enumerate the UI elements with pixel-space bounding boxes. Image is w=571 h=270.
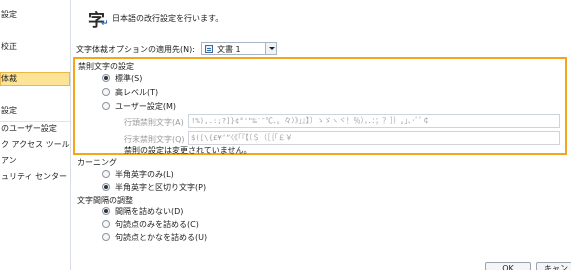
nav-item-trust-center[interactable]: ュリティ センター xyxy=(0,170,70,184)
spacing-punct-radio[interactable] xyxy=(102,220,110,228)
kinsoku-note: 禁則の設定は変更されていません。 xyxy=(124,146,252,155)
spacing-punct-label[interactable]: 句読点のみを詰める(C) xyxy=(115,219,199,230)
kerning-halfwidth-punct-label[interactable]: 半角英字と区切り文字(P) xyxy=(115,182,206,193)
header-description: 日本語の改行設定を行います。 xyxy=(112,14,224,23)
apply-to-dropdown[interactable]: 文書 1 xyxy=(201,42,277,55)
nav-item-proofing[interactable]: 校正 xyxy=(0,40,70,54)
kerning-group-title: カーニング xyxy=(77,158,117,167)
kerning-halfwidth-only-label[interactable]: 半角英字のみ(L) xyxy=(115,169,174,180)
spacing-punct-kana-radio[interactable] xyxy=(102,233,110,241)
apply-to-value: 文書 1 xyxy=(217,45,241,54)
kerning-halfwidth-only-radio[interactable] xyxy=(102,170,110,178)
nav-item-settings-1[interactable]: 設定 xyxy=(0,8,70,22)
typography-options-pane: 字 ↵ 日本語の改行設定を行います。 文字体裁オプションの適用先(N): 文書 1… xyxy=(72,0,571,270)
spacing-group-title: 文字間隔の調整 xyxy=(77,196,133,205)
kinsoku-standard-radio[interactable] xyxy=(102,74,110,82)
trailing-chars-label: 行末禁則文字(Q) xyxy=(124,135,185,144)
nav-item-quick-access-toolbar[interactable]: ク アクセス ツール バー xyxy=(0,138,70,152)
nav-item-addins[interactable]: アン xyxy=(0,154,70,168)
leading-chars-label: 行頭禁則文字(A) xyxy=(124,118,184,127)
nav-item-customize-ribbon[interactable]: のユーザー設定 xyxy=(0,122,70,136)
cancel-button[interactable]: キャン xyxy=(536,262,571,270)
typography-header-icon: 字 ↵ xyxy=(88,11,109,31)
kinsoku-custom-label[interactable]: ユーザー設定(M) xyxy=(115,101,176,112)
nav-item-settings-2[interactable]: 設定 xyxy=(0,104,70,118)
ok-button[interactable]: OK xyxy=(485,262,531,270)
spacing-none-label[interactable]: 間隔を詰めない(D) xyxy=(115,206,183,217)
kinsoku-high-label[interactable]: 高レベル(T) xyxy=(115,87,158,98)
leading-chars-input[interactable]: !%),.:;?]}¢°'"‰′″℃、。々〉》」』】〕ゝゞヽヾ！％），．：；？］… xyxy=(188,114,560,128)
chevron-down-icon[interactable] xyxy=(265,43,276,54)
kinsoku-high-radio[interactable] xyxy=(102,88,110,96)
document-icon xyxy=(205,45,213,53)
options-nav-pane: 設定 校正 体裁 設定 のユーザー設定 ク アクセス ツール バー アン ュリテ… xyxy=(0,0,71,270)
nav-item-typography[interactable]: 体裁 xyxy=(0,72,70,86)
spacing-none-radio[interactable] xyxy=(102,207,110,215)
kinsoku-settings-group: 禁則文字の設定 標準(S) 高レベル(T) ユーザー設定(M) 行頭禁則文字(A… xyxy=(73,57,567,155)
kerning-halfwidth-punct-radio[interactable] xyxy=(102,183,110,191)
kinsoku-standard-label[interactable]: 標準(S) xyxy=(115,73,142,84)
spacing-punct-kana-label[interactable]: 句読点とかなを詰める(U) xyxy=(115,232,207,243)
kinsoku-group-title: 禁則文字の設定 xyxy=(78,62,134,71)
trailing-chars-input[interactable]: $([\{£¥‘“〈《「『【〔＄（［｛｢￡￥ xyxy=(188,131,560,145)
kinsoku-custom-radio[interactable] xyxy=(102,102,110,110)
apply-to-label: 文字体裁オプションの適用先(N): xyxy=(76,45,195,54)
